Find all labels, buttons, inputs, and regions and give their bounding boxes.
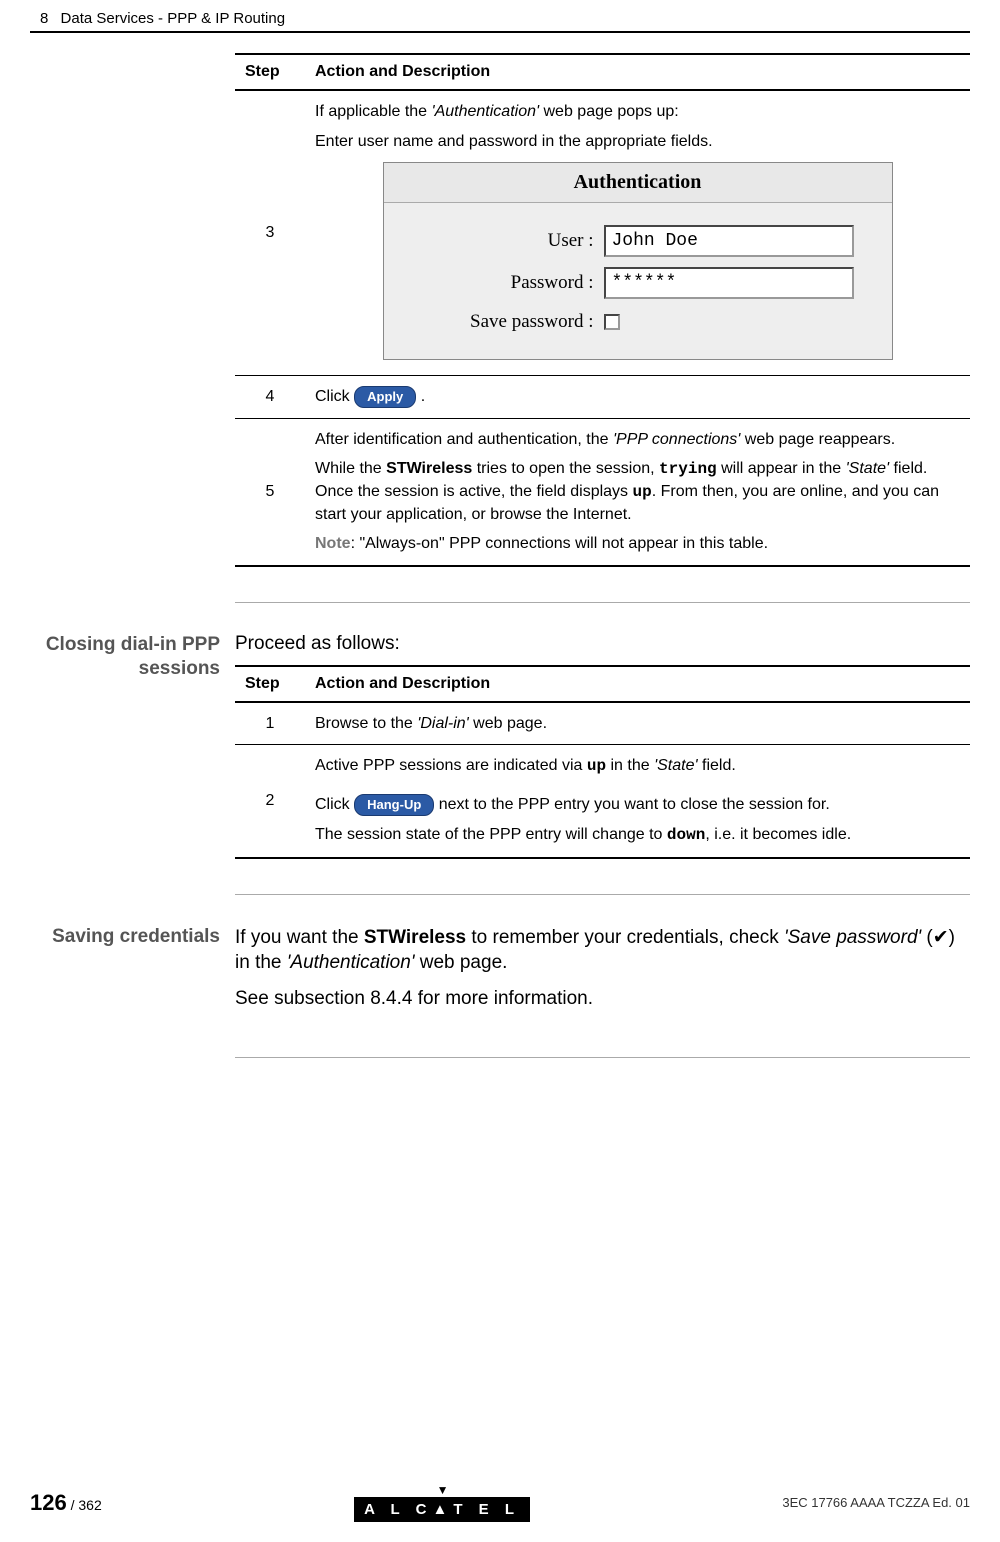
text: Enter user name and password in the appr… [315, 131, 960, 153]
table-row: 5 After identification and authenticatio… [235, 418, 970, 565]
step-number: 5 [235, 418, 305, 565]
section-heading-closing: Closing dial-in PPP sessions [30, 633, 235, 859]
text-italic: 'State' [654, 757, 697, 774]
text: , i.e. it becomes idle. [705, 826, 851, 843]
text: ( [921, 927, 933, 948]
col-step: Step [235, 54, 305, 90]
steps-table-1: Step Action and Description 3 If applica… [235, 53, 970, 567]
table-row: 4 Click Apply . [235, 375, 970, 418]
brand-logo: ▼ A L C▲T E L [354, 1483, 530, 1522]
text: web page. [414, 952, 507, 973]
text: Active PPP sessions are indicated via [315, 757, 587, 774]
step-number: 4 [235, 375, 305, 418]
text-italic: 'Authentication' [432, 103, 540, 120]
authentication-panel: Authentication User : Password : [383, 162, 893, 360]
text-italic: 'State' [846, 460, 889, 477]
text: While the [315, 460, 386, 477]
text-bold: STWireless [364, 927, 466, 948]
text-mono: trying [659, 460, 717, 478]
text: in the [606, 757, 654, 774]
page-footer: 126 / 362 ▼ A L C▲T E L 3EC 17766 AAAA T… [30, 1483, 970, 1522]
step-number: 3 [235, 90, 305, 375]
page-total: / 362 [67, 1497, 102, 1513]
password-label: Password : [404, 270, 604, 296]
text: Browse to the [315, 715, 417, 732]
text: web page pops up: [539, 103, 679, 120]
side-label-empty [30, 53, 235, 567]
text: Click [315, 388, 350, 405]
note-label: Note [315, 535, 351, 552]
text-mono: up [587, 757, 606, 775]
text: If you want the [235, 927, 364, 948]
user-input[interactable] [604, 225, 854, 257]
logo-text: T E L [453, 1501, 520, 1518]
text-italic: 'Dial-in' [417, 715, 468, 732]
text: If applicable the [315, 103, 432, 120]
text: to remember your credentials, check [466, 927, 784, 948]
table-row: 1 Browse to the 'Dial-in' web page. [235, 702, 970, 745]
section-divider [235, 1057, 970, 1058]
text-bold: STWireless [386, 460, 472, 477]
apply-button[interactable]: Apply [354, 386, 416, 408]
user-label: User : [404, 228, 604, 254]
page-number: 126 / 362 [30, 1490, 102, 1516]
text: next to the PPP entry you want to close … [439, 796, 830, 813]
text: field. [698, 757, 736, 774]
text-italic: 'Save password' [784, 927, 921, 948]
text: web page reappears. [740, 431, 895, 448]
text-mono: up [633, 483, 652, 501]
text: The session state of the PPP entry will … [315, 826, 667, 843]
step-number: 2 [235, 745, 305, 858]
col-action: Action and Description [305, 666, 970, 702]
text: Click [315, 796, 350, 813]
note-text: : "Always-on" PPP connections will not a… [351, 535, 769, 552]
text-italic: 'Authentication' [287, 952, 415, 973]
col-step: Step [235, 666, 305, 702]
steps-table-2: Step Action and Description 1 Browse to … [235, 665, 970, 859]
text: web page. [469, 715, 547, 732]
text: See subsection 8.4.4 for more informatio… [235, 986, 970, 1012]
col-action: Action and Description [305, 54, 970, 90]
text-italic: 'PPP connections' [613, 431, 740, 448]
password-input[interactable] [604, 267, 854, 299]
hangup-button[interactable]: Hang-Up [354, 794, 434, 816]
save-password-label: Save password : [404, 309, 604, 335]
document-reference: 3EC 17766 AAAA TCZZA Ed. 01 [782, 1495, 970, 1510]
logo-text: A L C [364, 1501, 432, 1518]
lead-text: Proceed as follows: [235, 633, 970, 655]
table-row: 2 Active PPP sessions are indicated via … [235, 745, 970, 858]
text: will appear in the [717, 460, 846, 477]
section-divider [235, 894, 970, 895]
triangle-up-icon: ▲ [432, 1501, 453, 1518]
chapter-title: Data Services - PPP & IP Routing [61, 10, 286, 27]
text-mono: down [667, 826, 705, 844]
step-number: 1 [235, 702, 305, 745]
page-current: 126 [30, 1490, 67, 1515]
text: tries to open the session, [472, 460, 659, 477]
auth-title: Authentication [384, 163, 892, 203]
section-divider [235, 602, 970, 603]
table-row: 3 If applicable the 'Authentication' web… [235, 90, 970, 375]
text: . [421, 388, 425, 405]
save-password-checkbox[interactable] [604, 314, 620, 330]
triangle-icon: ▼ [354, 1483, 530, 1497]
chapter-header: 8 Data Services - PPP & IP Routing [30, 0, 970, 33]
section-heading-saving: Saving credentials [30, 925, 235, 1022]
chapter-number: 8 [40, 10, 48, 27]
checkmark-icon: ✔ [933, 927, 949, 948]
text: After identification and authentication,… [315, 431, 613, 448]
